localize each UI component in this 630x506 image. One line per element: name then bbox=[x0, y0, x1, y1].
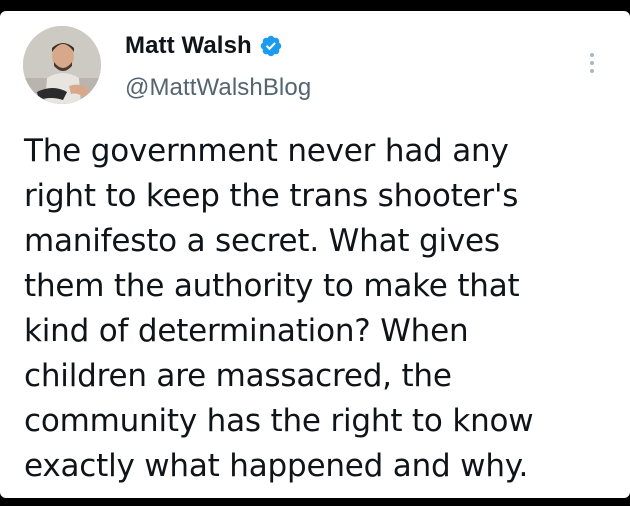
more-dot bbox=[590, 61, 594, 65]
author-display-name[interactable]: Matt Walsh bbox=[125, 32, 252, 60]
author-handle[interactable]: @MattWalshBlog bbox=[125, 74, 311, 102]
tweet-card: Matt Walsh @MattWalshBlog The government… bbox=[0, 11, 630, 498]
author-name-row: Matt Walsh bbox=[125, 29, 283, 63]
tweet-text: The government never had any right to ke… bbox=[24, 133, 534, 484]
verified-badge-icon bbox=[259, 34, 283, 58]
more-dot bbox=[590, 69, 594, 73]
more-options-icon[interactable] bbox=[582, 43, 602, 83]
more-dot bbox=[590, 53, 594, 57]
profile-photo bbox=[23, 26, 101, 104]
avatar[interactable] bbox=[23, 26, 101, 104]
